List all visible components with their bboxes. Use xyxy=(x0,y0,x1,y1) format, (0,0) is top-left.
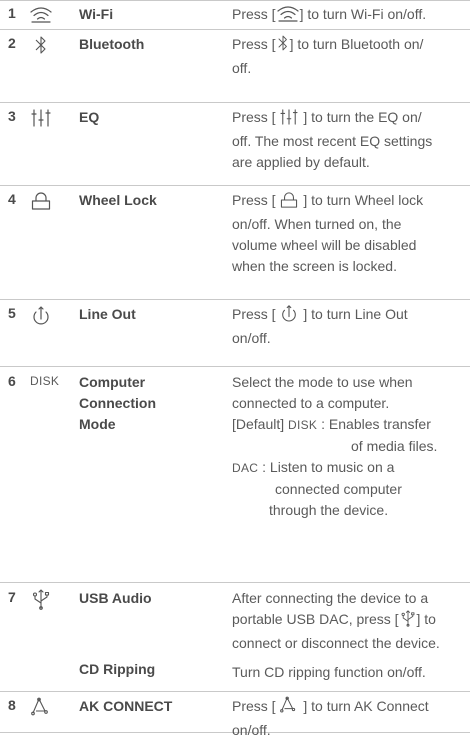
row-number: 4 xyxy=(8,191,16,207)
line-out-icon xyxy=(280,304,298,328)
wifi-icon xyxy=(276,6,299,28)
usb-icon xyxy=(29,588,53,610)
usb-icon xyxy=(400,609,416,633)
row-number: 3 xyxy=(8,108,16,124)
lock-icon xyxy=(280,192,298,214)
row-number: 5 xyxy=(8,305,16,321)
line-out-icon xyxy=(29,304,53,326)
feature-name: AK CONNECT xyxy=(79,698,173,714)
disk-icon: DISK xyxy=(30,374,60,388)
table-row: 2 Bluetooth Press [] to turn Bluetooth o… xyxy=(0,29,470,82)
bluetooth-icon xyxy=(277,34,289,58)
ak-connect-icon xyxy=(29,696,53,718)
feature-description: Select the mode to use when connected to… xyxy=(232,374,438,518)
row-number: 1 xyxy=(8,5,16,21)
feature-name: USB Audio xyxy=(79,590,152,606)
lock-icon xyxy=(29,190,53,212)
feature-description: Press [ ] to turn the EQ on/ off. The mo… xyxy=(232,109,433,170)
wifi-icon xyxy=(29,4,53,26)
feature-description: Press [ ] to turn AK Connect on/off. xyxy=(232,696,429,738)
table-row: 1 Wi-Fi Press [] to turn Wi-Fi on/off. xyxy=(0,0,470,30)
feature-description: Press [ ] to turn Wheel lock on/off. Whe… xyxy=(232,192,424,274)
table-row: 5 Line Out Press [ ] to turn Line Out on… xyxy=(0,299,470,352)
feature-description: After connecting the device to a portabl… xyxy=(232,590,440,680)
feature-description: Press [ ] to turn Line Out on/off. xyxy=(232,304,408,346)
feature-name: Computer Connection Mode xyxy=(79,374,156,432)
eq-icon xyxy=(280,109,299,131)
ak-connect-icon xyxy=(280,696,298,720)
row-number: 7 xyxy=(8,589,16,605)
row-number: 8 xyxy=(8,697,16,713)
table-row: 6 DISK Computer Connection Mode Select t… xyxy=(0,366,470,563)
bluetooth-icon xyxy=(29,34,53,56)
table-row: 8 AK CONNECT Press [ ] to turn AK Connec… xyxy=(0,691,470,738)
feature-name: Wheel Lock xyxy=(79,192,157,208)
feature-description: Press [] to turn Bluetooth on/ off. xyxy=(232,34,424,76)
table-row: 3 EQ Press [ ] to turn the EQ on/ off. T… xyxy=(0,102,470,178)
feature-name: EQ xyxy=(79,109,100,125)
row-number: 6 xyxy=(8,373,16,389)
table-row: 7 USB Audio CD Ripping After connecting … xyxy=(0,582,470,687)
eq-icon xyxy=(29,107,53,129)
row-number: 2 xyxy=(8,35,16,51)
table-row: 4 Wheel Lock Press [ ] to turn Wheel loc… xyxy=(0,185,470,283)
feature-name: Bluetooth xyxy=(79,36,145,52)
feature-name: Line Out xyxy=(79,306,136,322)
feature-name: Wi-Fi xyxy=(79,6,114,22)
feature-description: Press [] to turn Wi-Fi on/off. xyxy=(232,4,468,28)
feature-name: CD Ripping xyxy=(79,661,156,677)
